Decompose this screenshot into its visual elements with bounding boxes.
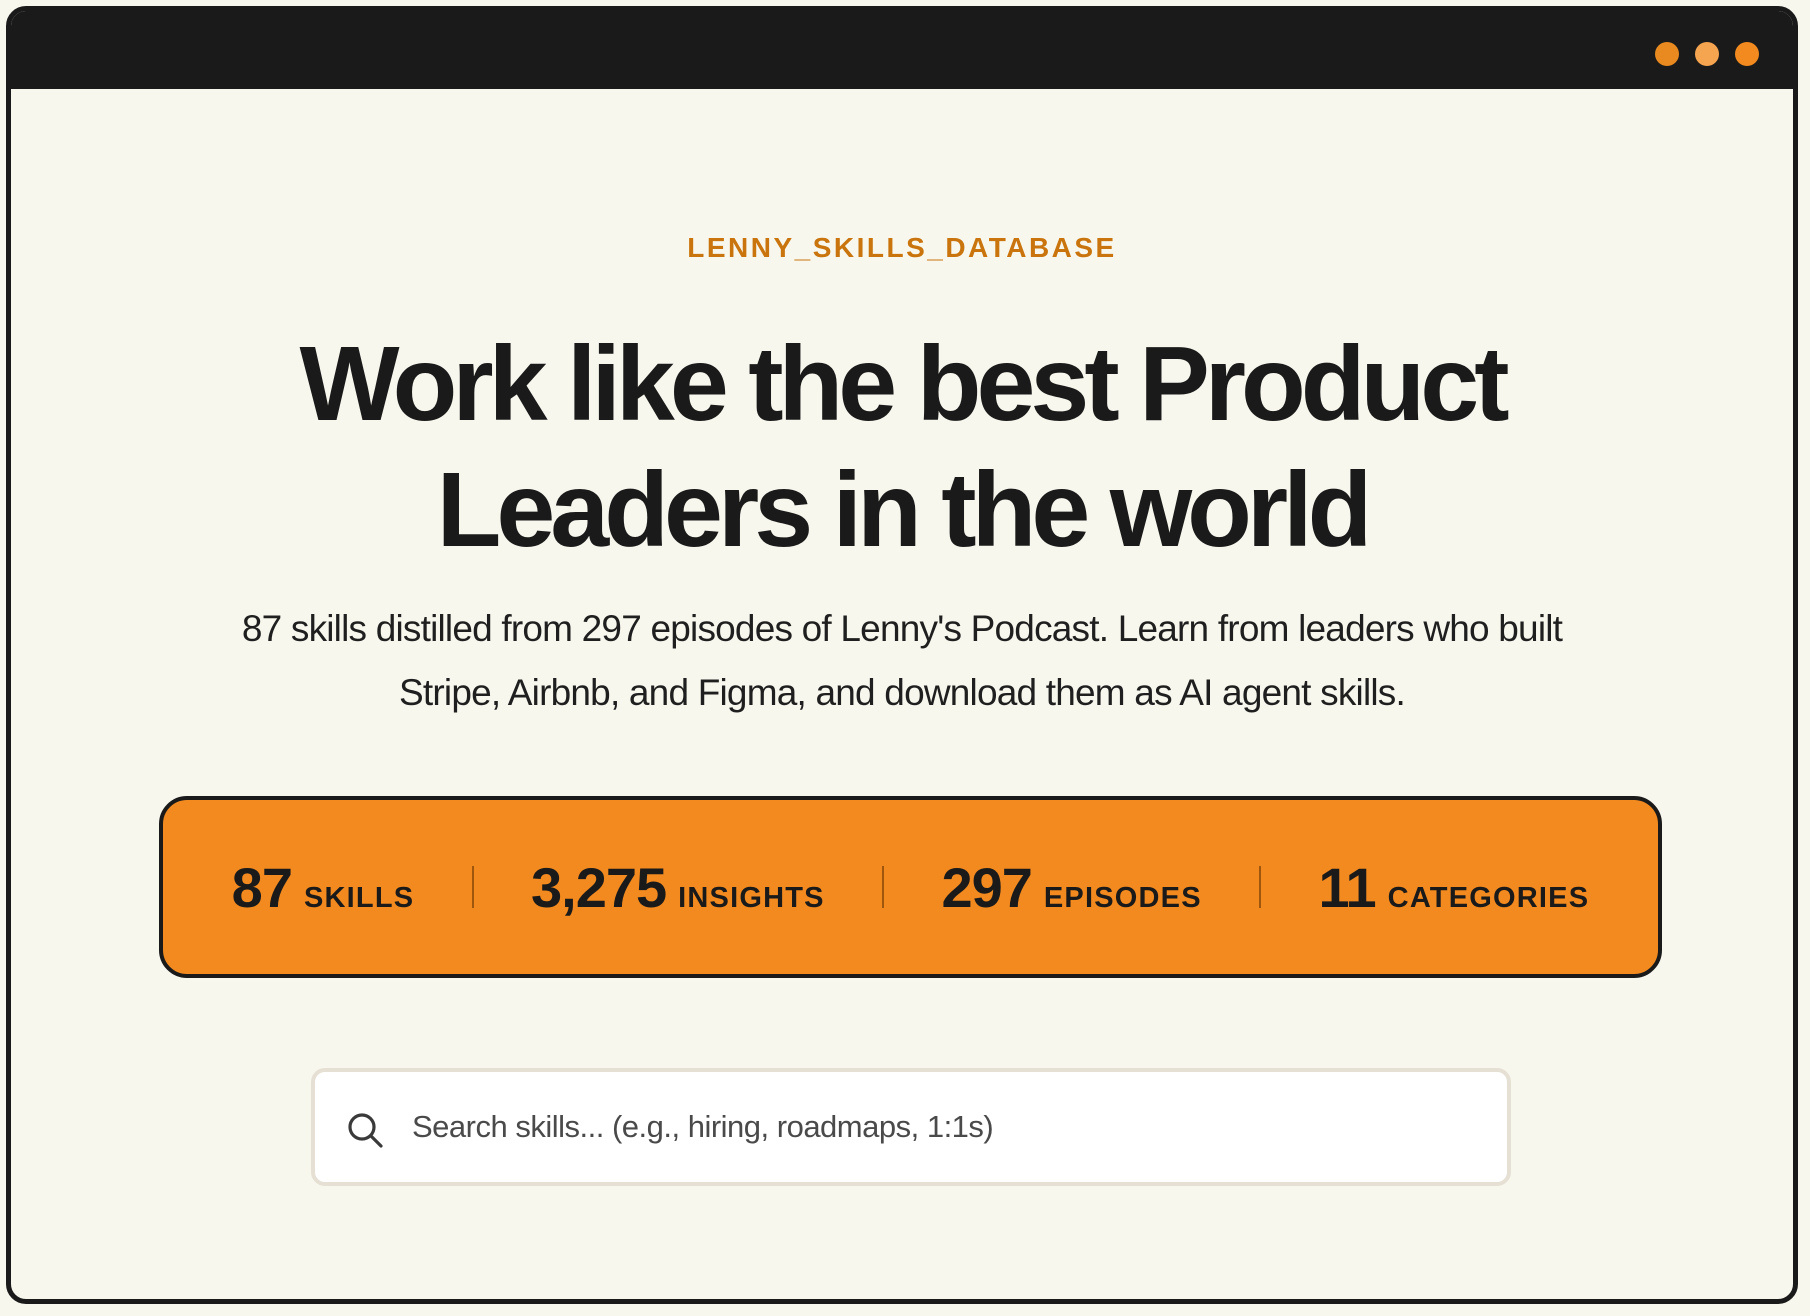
stat-value: 11 <box>1318 855 1376 919</box>
stats-banner: 87 SKILLS 3,275 INSIGHTS 297 EPISODES 11… <box>159 796 1662 978</box>
stat-value: 3,275 <box>531 855 667 919</box>
page-title-line-2: Leaders in the world <box>436 451 1373 569</box>
window-dot-3[interactable] <box>1735 42 1759 66</box>
window-controls <box>1655 42 1759 66</box>
stat-divider <box>471 866 474 908</box>
page-title-line-1: Work like the best Product <box>299 325 1509 443</box>
stat-label: SKILLS <box>303 881 415 914</box>
window-dot-1[interactable] <box>1655 42 1679 66</box>
search-input[interactable] <box>410 1072 1477 1182</box>
stat-episodes: 297 EPISODES <box>941 855 1201 920</box>
hero-subtitle: 87 skills distilled from 297 episodes of… <box>241 608 1563 713</box>
browser-window: LENNY_SKILLS_DATABASE Work like the best… <box>6 6 1798 1304</box>
page-title: Work like the best Product Leaders in th… <box>11 321 1793 573</box>
window-titlebar <box>11 11 1793 89</box>
stat-skills: 87 SKILLS <box>232 855 415 920</box>
stat-value: 87 <box>231 855 293 919</box>
eyebrow-label: LENNY_SKILLS_DATABASE <box>687 232 1117 263</box>
stat-divider <box>1259 866 1262 908</box>
stat-label: CATEGORIES <box>1387 881 1590 914</box>
stat-label: INSIGHTS <box>678 881 825 914</box>
stat-insights: 3,275 INSIGHTS <box>531 855 825 920</box>
stat-value: 297 <box>941 855 1032 919</box>
search-bar[interactable] <box>311 1068 1511 1186</box>
stat-label: EPISODES <box>1043 881 1202 914</box>
page-content: LENNY_SKILLS_DATABASE Work like the best… <box>11 89 1793 1299</box>
search-icon <box>348 1113 383 1148</box>
stat-categories: 11 CATEGORIES <box>1318 855 1589 920</box>
stat-divider <box>882 866 885 908</box>
window-dot-2[interactable] <box>1695 42 1719 66</box>
